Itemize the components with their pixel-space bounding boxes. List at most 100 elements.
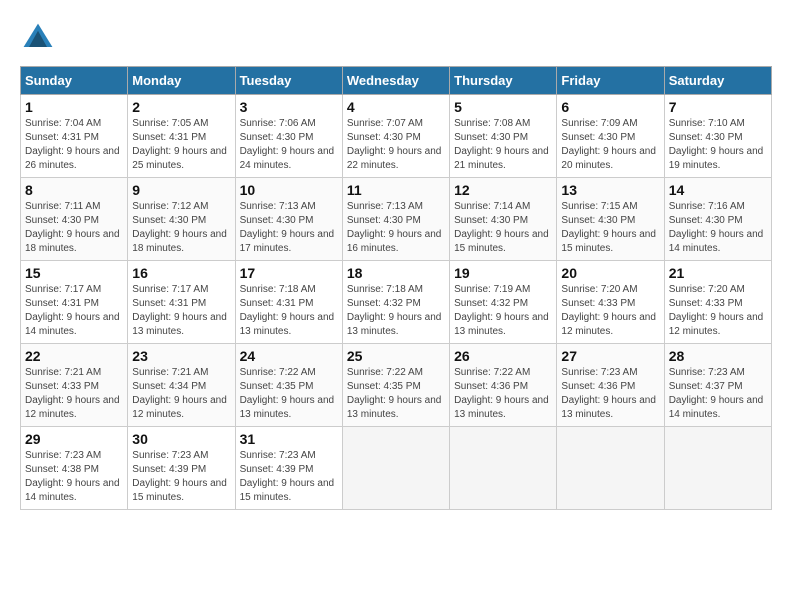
day-number: 11 bbox=[347, 182, 445, 198]
calendar-cell: 27 Sunrise: 7:23 AMSunset: 4:36 PMDaylig… bbox=[557, 344, 664, 427]
day-info: Sunrise: 7:12 AMSunset: 4:30 PMDaylight:… bbox=[132, 200, 230, 256]
weekday-header-wednesday: Wednesday bbox=[342, 67, 449, 95]
day-info: Sunrise: 7:17 AMSunset: 4:31 PMDaylight:… bbox=[132, 283, 230, 339]
page-header bbox=[20, 20, 772, 56]
weekday-header-saturday: Saturday bbox=[664, 67, 771, 95]
day-number: 16 bbox=[132, 265, 230, 281]
calendar-cell: 19 Sunrise: 7:19 AMSunset: 4:32 PMDaylig… bbox=[450, 261, 557, 344]
calendar-cell: 6 Sunrise: 7:09 AMSunset: 4:30 PMDayligh… bbox=[557, 95, 664, 178]
calendar-cell: 4 Sunrise: 7:07 AMSunset: 4:30 PMDayligh… bbox=[342, 95, 449, 178]
day-info: Sunrise: 7:18 AMSunset: 4:31 PMDaylight:… bbox=[240, 283, 338, 339]
calendar-cell: 23 Sunrise: 7:21 AMSunset: 4:34 PMDaylig… bbox=[128, 344, 235, 427]
day-number: 8 bbox=[25, 182, 123, 198]
day-number: 30 bbox=[132, 431, 230, 447]
day-number: 15 bbox=[25, 265, 123, 281]
calendar-cell: 13 Sunrise: 7:15 AMSunset: 4:30 PMDaylig… bbox=[557, 178, 664, 261]
day-info: Sunrise: 7:09 AMSunset: 4:30 PMDaylight:… bbox=[561, 117, 659, 173]
calendar-cell: 7 Sunrise: 7:10 AMSunset: 4:30 PMDayligh… bbox=[664, 95, 771, 178]
day-number: 29 bbox=[25, 431, 123, 447]
calendar-cell: 10 Sunrise: 7:13 AMSunset: 4:30 PMDaylig… bbox=[235, 178, 342, 261]
calendar-table: SundayMondayTuesdayWednesdayThursdayFrid… bbox=[20, 66, 772, 510]
calendar-cell: 31 Sunrise: 7:23 AMSunset: 4:39 PMDaylig… bbox=[235, 427, 342, 510]
calendar-cell: 21 Sunrise: 7:20 AMSunset: 4:33 PMDaylig… bbox=[664, 261, 771, 344]
day-number: 20 bbox=[561, 265, 659, 281]
day-number: 21 bbox=[669, 265, 767, 281]
day-number: 4 bbox=[347, 99, 445, 115]
day-info: Sunrise: 7:20 AMSunset: 4:33 PMDaylight:… bbox=[669, 283, 767, 339]
day-number: 28 bbox=[669, 348, 767, 364]
day-info: Sunrise: 7:06 AMSunset: 4:30 PMDaylight:… bbox=[240, 117, 338, 173]
day-number: 5 bbox=[454, 99, 552, 115]
day-info: Sunrise: 7:21 AMSunset: 4:33 PMDaylight:… bbox=[25, 366, 123, 422]
calendar-cell: 17 Sunrise: 7:18 AMSunset: 4:31 PMDaylig… bbox=[235, 261, 342, 344]
calendar-cell: 9 Sunrise: 7:12 AMSunset: 4:30 PMDayligh… bbox=[128, 178, 235, 261]
calendar-cell: 30 Sunrise: 7:23 AMSunset: 4:39 PMDaylig… bbox=[128, 427, 235, 510]
day-number: 31 bbox=[240, 431, 338, 447]
day-number: 3 bbox=[240, 99, 338, 115]
day-info: Sunrise: 7:17 AMSunset: 4:31 PMDaylight:… bbox=[25, 283, 123, 339]
day-info: Sunrise: 7:22 AMSunset: 4:35 PMDaylight:… bbox=[347, 366, 445, 422]
weekday-header-thursday: Thursday bbox=[450, 67, 557, 95]
calendar-cell: 28 Sunrise: 7:23 AMSunset: 4:37 PMDaylig… bbox=[664, 344, 771, 427]
day-number: 19 bbox=[454, 265, 552, 281]
day-number: 12 bbox=[454, 182, 552, 198]
calendar-cell: 18 Sunrise: 7:18 AMSunset: 4:32 PMDaylig… bbox=[342, 261, 449, 344]
calendar-cell: 11 Sunrise: 7:13 AMSunset: 4:30 PMDaylig… bbox=[342, 178, 449, 261]
day-info: Sunrise: 7:08 AMSunset: 4:30 PMDaylight:… bbox=[454, 117, 552, 173]
day-info: Sunrise: 7:14 AMSunset: 4:30 PMDaylight:… bbox=[454, 200, 552, 256]
weekday-header-monday: Monday bbox=[128, 67, 235, 95]
calendar-cell: 20 Sunrise: 7:20 AMSunset: 4:33 PMDaylig… bbox=[557, 261, 664, 344]
calendar-cell: 3 Sunrise: 7:06 AMSunset: 4:30 PMDayligh… bbox=[235, 95, 342, 178]
day-number: 10 bbox=[240, 182, 338, 198]
logo bbox=[20, 20, 62, 56]
day-info: Sunrise: 7:23 AMSunset: 4:39 PMDaylight:… bbox=[240, 449, 338, 505]
day-info: Sunrise: 7:15 AMSunset: 4:30 PMDaylight:… bbox=[561, 200, 659, 256]
day-number: 24 bbox=[240, 348, 338, 364]
day-number: 13 bbox=[561, 182, 659, 198]
calendar-cell: 8 Sunrise: 7:11 AMSunset: 4:30 PMDayligh… bbox=[21, 178, 128, 261]
calendar-cell: 12 Sunrise: 7:14 AMSunset: 4:30 PMDaylig… bbox=[450, 178, 557, 261]
logo-icon bbox=[20, 20, 56, 56]
day-info: Sunrise: 7:13 AMSunset: 4:30 PMDaylight:… bbox=[347, 200, 445, 256]
day-info: Sunrise: 7:23 AMSunset: 4:38 PMDaylight:… bbox=[25, 449, 123, 505]
day-info: Sunrise: 7:19 AMSunset: 4:32 PMDaylight:… bbox=[454, 283, 552, 339]
day-info: Sunrise: 7:04 AMSunset: 4:31 PMDaylight:… bbox=[25, 117, 123, 173]
day-number: 2 bbox=[132, 99, 230, 115]
day-info: Sunrise: 7:18 AMSunset: 4:32 PMDaylight:… bbox=[347, 283, 445, 339]
calendar-cell: 29 Sunrise: 7:23 AMSunset: 4:38 PMDaylig… bbox=[21, 427, 128, 510]
day-number: 7 bbox=[669, 99, 767, 115]
day-number: 1 bbox=[25, 99, 123, 115]
day-number: 18 bbox=[347, 265, 445, 281]
day-number: 22 bbox=[25, 348, 123, 364]
day-info: Sunrise: 7:23 AMSunset: 4:36 PMDaylight:… bbox=[561, 366, 659, 422]
day-number: 14 bbox=[669, 182, 767, 198]
day-info: Sunrise: 7:13 AMSunset: 4:30 PMDaylight:… bbox=[240, 200, 338, 256]
calendar-cell bbox=[557, 427, 664, 510]
day-number: 23 bbox=[132, 348, 230, 364]
day-info: Sunrise: 7:23 AMSunset: 4:37 PMDaylight:… bbox=[669, 366, 767, 422]
day-info: Sunrise: 7:07 AMSunset: 4:30 PMDaylight:… bbox=[347, 117, 445, 173]
day-number: 25 bbox=[347, 348, 445, 364]
calendar-cell: 2 Sunrise: 7:05 AMSunset: 4:31 PMDayligh… bbox=[128, 95, 235, 178]
calendar-cell: 25 Sunrise: 7:22 AMSunset: 4:35 PMDaylig… bbox=[342, 344, 449, 427]
day-info: Sunrise: 7:05 AMSunset: 4:31 PMDaylight:… bbox=[132, 117, 230, 173]
calendar-cell bbox=[342, 427, 449, 510]
day-number: 17 bbox=[240, 265, 338, 281]
calendar-cell: 5 Sunrise: 7:08 AMSunset: 4:30 PMDayligh… bbox=[450, 95, 557, 178]
day-info: Sunrise: 7:23 AMSunset: 4:39 PMDaylight:… bbox=[132, 449, 230, 505]
calendar-cell: 22 Sunrise: 7:21 AMSunset: 4:33 PMDaylig… bbox=[21, 344, 128, 427]
calendar-cell: 24 Sunrise: 7:22 AMSunset: 4:35 PMDaylig… bbox=[235, 344, 342, 427]
day-number: 9 bbox=[132, 182, 230, 198]
day-number: 26 bbox=[454, 348, 552, 364]
day-info: Sunrise: 7:21 AMSunset: 4:34 PMDaylight:… bbox=[132, 366, 230, 422]
calendar-cell: 1 Sunrise: 7:04 AMSunset: 4:31 PMDayligh… bbox=[21, 95, 128, 178]
calendar-cell: 16 Sunrise: 7:17 AMSunset: 4:31 PMDaylig… bbox=[128, 261, 235, 344]
day-info: Sunrise: 7:20 AMSunset: 4:33 PMDaylight:… bbox=[561, 283, 659, 339]
calendar-cell: 26 Sunrise: 7:22 AMSunset: 4:36 PMDaylig… bbox=[450, 344, 557, 427]
calendar-cell: 14 Sunrise: 7:16 AMSunset: 4:30 PMDaylig… bbox=[664, 178, 771, 261]
day-number: 6 bbox=[561, 99, 659, 115]
calendar-cell bbox=[450, 427, 557, 510]
day-number: 27 bbox=[561, 348, 659, 364]
day-info: Sunrise: 7:10 AMSunset: 4:30 PMDaylight:… bbox=[669, 117, 767, 173]
calendar-cell bbox=[664, 427, 771, 510]
